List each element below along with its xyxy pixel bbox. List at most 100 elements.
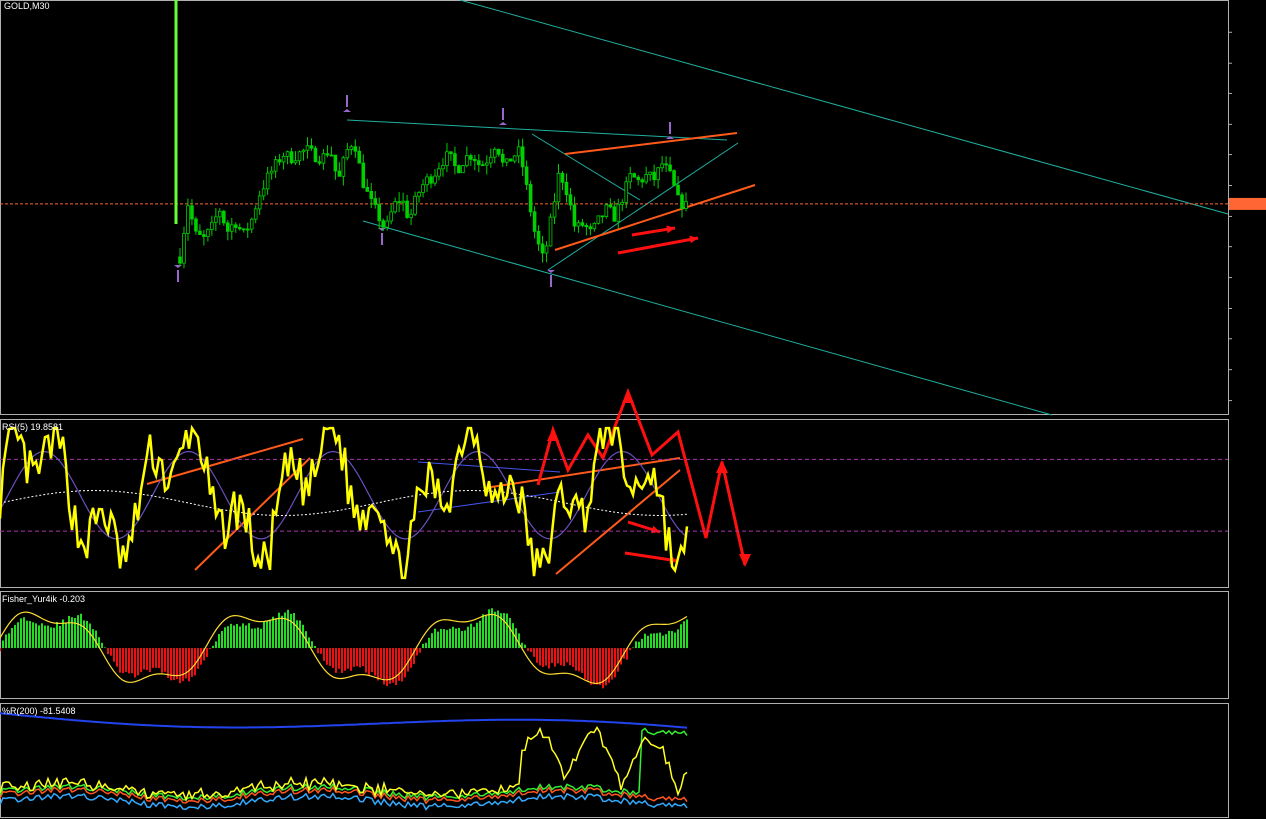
- candle-body: [592, 222, 597, 230]
- candle-body: [604, 204, 609, 217]
- candle-body: [612, 206, 617, 222]
- trading-chart[interactable]: GOLD,M30 RSI(5) 19.8581 Fisher_Yur4ik -0…: [0, 0, 1266, 819]
- candle-body: [473, 158, 477, 162]
- candle-body: [329, 154, 334, 157]
- candle-body: [365, 187, 370, 192]
- candle-body: [600, 215, 605, 218]
- candle-body: [265, 172, 270, 190]
- candle-body: [245, 228, 250, 231]
- candle-body: [508, 158, 513, 162]
- candle-body: [214, 216, 218, 223]
- candle-body: [373, 198, 378, 205]
- candle-body: [210, 221, 214, 230]
- candle-body: [409, 213, 413, 218]
- candle-body: [500, 153, 505, 163]
- candle-body: [289, 151, 294, 164]
- candle-body: [552, 201, 557, 218]
- candle-body: [341, 157, 346, 177]
- candle-body: [524, 166, 529, 185]
- candle-body: [421, 184, 425, 193]
- candle-body: [253, 208, 258, 220]
- candle-body: [194, 218, 198, 232]
- candle-body: [357, 150, 362, 164]
- candle-body: [229, 224, 234, 232]
- candle-body: [293, 160, 298, 164]
- candle-body: [576, 222, 581, 227]
- candle-body: [469, 155, 473, 160]
- candle-body: [206, 229, 210, 237]
- candle-body: [325, 153, 330, 156]
- candle-body: [608, 204, 613, 208]
- candle-body: [445, 151, 449, 167]
- candle-body: [345, 149, 350, 159]
- candle-body: [353, 146, 358, 152]
- candle-body: [441, 165, 445, 170]
- candle-body: [321, 153, 326, 164]
- candle-body: [596, 215, 601, 224]
- candle-body: [389, 211, 393, 222]
- candle-body: [656, 167, 660, 181]
- candle-body: [516, 146, 521, 157]
- candle-body: [536, 231, 541, 245]
- candle-body: [672, 170, 676, 186]
- candle-body: [648, 171, 652, 175]
- candle-body: [457, 165, 461, 174]
- candle-body: [305, 145, 310, 151]
- candle-body: [333, 154, 338, 172]
- candle-body: [544, 245, 549, 254]
- candle-body: [385, 220, 389, 228]
- candle-body: [640, 179, 644, 183]
- candle-body: [616, 203, 621, 222]
- candle-body: [520, 146, 525, 168]
- candle-body: [297, 151, 302, 162]
- candle-body: [512, 155, 517, 162]
- candle-body: [437, 168, 441, 177]
- candle-body: [393, 201, 397, 213]
- candle-body: [492, 148, 497, 158]
- candle-body: [572, 204, 577, 227]
- candle-body: [568, 194, 573, 206]
- candle-body: [660, 163, 664, 169]
- candle-body: [273, 159, 278, 172]
- candle-body: [237, 227, 242, 230]
- candle-body: [632, 173, 637, 178]
- candle-body: [198, 230, 202, 235]
- candle-body: [465, 155, 469, 167]
- candle-body: [425, 176, 429, 186]
- candle-body: [369, 190, 374, 199]
- candle-body: [668, 164, 672, 172]
- candle-body: [277, 159, 282, 163]
- candle-body: [397, 201, 401, 203]
- candle-body: [241, 228, 246, 231]
- candle-body: [433, 175, 437, 184]
- candle-body: [190, 205, 194, 220]
- candle-body: [178, 256, 182, 264]
- rsi-pane-title: RSI(5) 19.8581: [2, 422, 63, 432]
- candle-body: [564, 181, 569, 196]
- candle-body: [417, 192, 421, 197]
- candle-body: [461, 165, 465, 174]
- candle-body: [620, 202, 625, 205]
- candle-body: [453, 153, 457, 167]
- candle-body: [381, 220, 385, 228]
- candle-body: [405, 200, 409, 218]
- candle-body: [182, 233, 186, 264]
- candle-body: [309, 145, 314, 149]
- candle-body: [261, 188, 266, 197]
- candle-body: [313, 147, 318, 163]
- candle-body: [429, 176, 433, 184]
- candle-body: [484, 162, 489, 166]
- candle-body: [218, 210, 222, 218]
- candle-body: [361, 162, 366, 188]
- candle-body: [560, 172, 565, 183]
- candle-body: [644, 174, 648, 183]
- candle-body: [680, 194, 684, 209]
- candle-body: [202, 234, 206, 237]
- candle-body: [186, 205, 190, 234]
- candle-body: [301, 149, 306, 153]
- candle-body: [337, 170, 342, 177]
- fisher-pane-title: Fisher_Yur4ik -0.203: [2, 594, 85, 604]
- candle-body: [285, 151, 290, 157]
- candle-body: [676, 184, 680, 196]
- candle-body: [548, 216, 553, 247]
